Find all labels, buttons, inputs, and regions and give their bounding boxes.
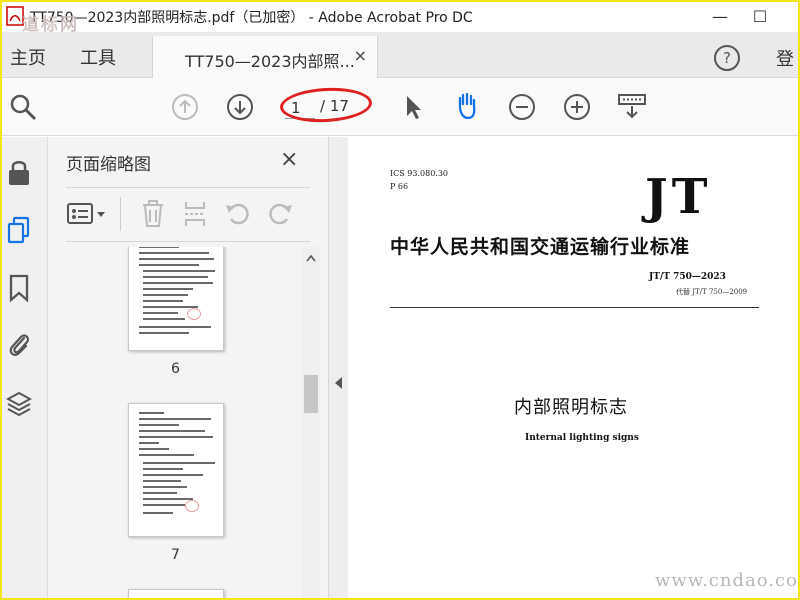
rotate-right-icon[interactable] (266, 199, 294, 229)
page-thumbnail-7[interactable] (128, 403, 224, 537)
page-thumbnail-8[interactable] (128, 589, 224, 600)
delete-page-icon[interactable] (140, 199, 166, 229)
header-rule (390, 307, 759, 308)
tab-close-icon[interactable]: × (354, 46, 367, 65)
replaces-note: 代替 JT/T 750—2009 (676, 288, 748, 296)
attachment-icon[interactable] (6, 329, 32, 359)
minimize-button[interactable]: — (706, 4, 734, 28)
rotate-left-icon[interactable] (224, 199, 252, 229)
standard-title: 中华人民共和国交通运输行业标准 (390, 236, 691, 258)
select-arrow-icon[interactable] (398, 92, 428, 122)
tab-bar: 主页 工具 (0, 32, 800, 78)
scrollbar-thumb[interactable] (304, 375, 318, 413)
p-code: P 66 (390, 182, 409, 191)
signin-link[interactable]: 登 (776, 45, 794, 71)
options-menu-icon[interactable] (66, 201, 110, 227)
next-page-icon[interactable] (225, 92, 255, 122)
menu-tools[interactable]: 工具 (80, 44, 116, 70)
hand-tool-icon[interactable] (452, 90, 482, 120)
left-nav-rail (0, 137, 48, 600)
panel-divider (66, 241, 310, 242)
thumbnails-list: 6 7 (48, 247, 302, 600)
thumbnail-page-number: 6 (171, 361, 180, 377)
panel-divider (66, 187, 310, 188)
document-view[interactable]: ICS 93.080.30 P 66 JT 中华人民共和国交通运输行业标准 JT… (349, 137, 800, 600)
watermark-bottom-right: www.cndao.com (655, 570, 800, 591)
help-icon[interactable]: ? (713, 44, 741, 72)
ics-code: ICS 93.080.30 (390, 169, 449, 178)
zoom-out-icon[interactable] (507, 92, 537, 122)
toolbar-divider (120, 197, 121, 231)
scroll-up-icon[interactable] (305, 253, 317, 263)
maximize-button[interactable]: ☐ (746, 4, 774, 28)
svg-text:?: ? (723, 49, 731, 67)
previous-page-icon[interactable] (170, 92, 200, 122)
panel-close-icon[interactable]: × (280, 147, 298, 172)
lock-icon[interactable] (6, 157, 32, 187)
watermark-stamp (187, 308, 201, 320)
watermark-stamp (185, 500, 199, 512)
document-tab-label: TT750—2023内部照... (185, 52, 355, 71)
panel-title: 页面缩略图 (66, 155, 151, 175)
document-tab[interactable]: TT750—2023内部照... × (152, 36, 378, 78)
zoom-in-icon[interactable] (562, 92, 592, 122)
thumbnail-toolbar (66, 193, 316, 237)
document-title-cn: 内部照明标志 (514, 397, 628, 418)
document-title-en: Internal lighting signs (525, 433, 639, 443)
page-thumbnails-panel: 页面缩略图 × 6 7 (48, 137, 328, 600)
standard-code: JT/T 750—2023 (649, 272, 726, 282)
layers-icon[interactable] (6, 389, 32, 419)
menu-home[interactable]: 主页 (10, 44, 46, 70)
window-title: TT750—2023内部照明标志.pdf（已加密） - Adobe Acroba… (30, 10, 473, 26)
insert-page-icon[interactable] (182, 199, 208, 229)
search-zoom-icon[interactable] (8, 92, 38, 122)
page-thumbnails-icon[interactable] (6, 215, 32, 245)
jt-logo: JT (645, 169, 712, 225)
collapse-panel-icon[interactable] (335, 377, 342, 389)
thumbnail-page-number: 7 (171, 547, 180, 563)
page-thumbnail-6[interactable] (128, 247, 224, 351)
title-bar: TT750—2023内部照明标志.pdf（已加密） - Adobe Acroba… (0, 0, 800, 35)
bookmark-icon[interactable] (6, 273, 32, 303)
thumbnails-scrollbar[interactable] (302, 247, 320, 600)
panel-splitter[interactable] (328, 137, 348, 600)
page-display-icon[interactable] (617, 92, 647, 122)
